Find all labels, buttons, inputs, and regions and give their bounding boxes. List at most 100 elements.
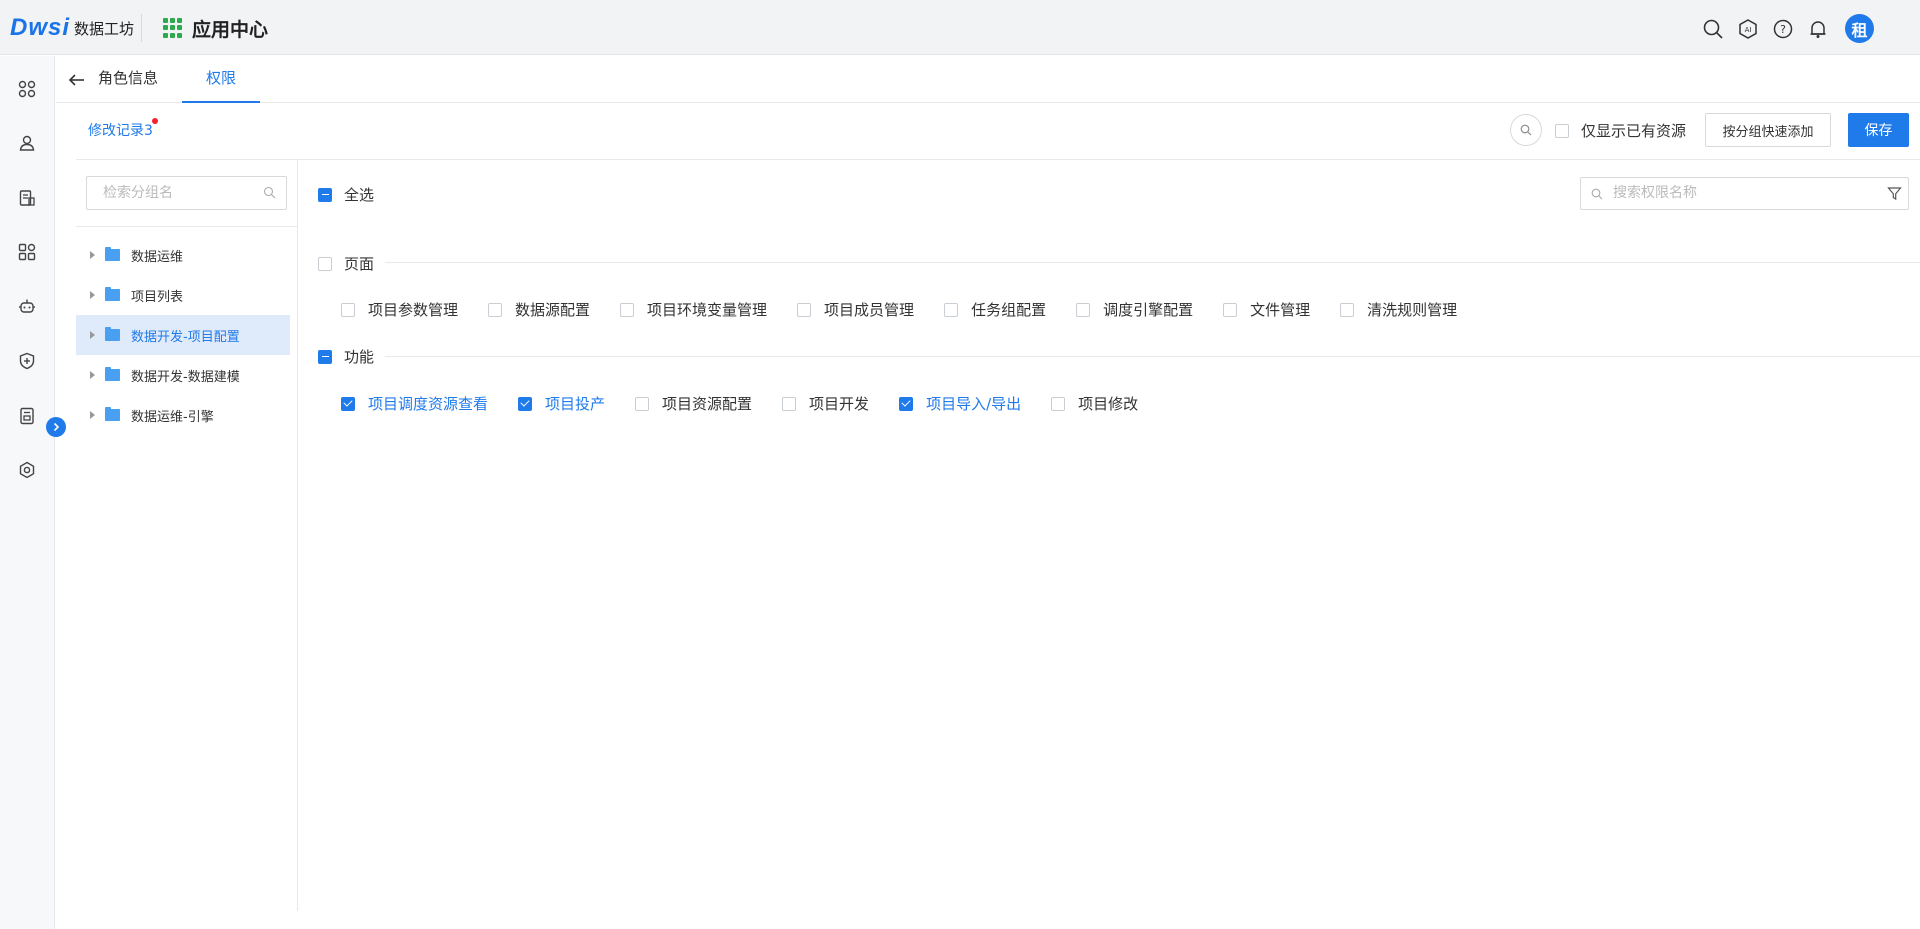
permission-item[interactable]: 任务组配置	[944, 299, 1046, 320]
modules-icon[interactable]	[16, 241, 38, 263]
only-owned-toggle[interactable]: 仅显示已有资源	[1555, 120, 1686, 141]
tab-bar: 角色信息 权限	[56, 56, 1920, 103]
permission-checkbox[interactable]	[1051, 396, 1066, 411]
permission-label: 项目参数管理	[368, 301, 459, 319]
divider	[141, 14, 142, 42]
tree-item[interactable]: 数据运维	[76, 235, 290, 275]
tab-permissions[interactable]: 权限	[182, 56, 260, 103]
permission-item[interactable]: 数据源配置	[488, 299, 590, 320]
expand-rail-button[interactable]	[46, 417, 66, 437]
permission-checkbox[interactable]	[782, 396, 797, 411]
select-all-label: 全选	[344, 186, 375, 204]
folder-icon	[105, 247, 120, 261]
logo-text: 数据工坊	[74, 19, 135, 38]
tree-item[interactable]: 数据开发-项目配置	[76, 315, 290, 355]
permission-item[interactable]: 文件管理	[1223, 299, 1310, 320]
permission-label: 清洗规则管理	[1367, 301, 1458, 319]
permission-checkbox[interactable]	[620, 302, 635, 317]
group-tree-panel: 检索分组名 数据运维 项目列表 数据开发-项目配置 数据开发-数据建模 数据运维…	[76, 160, 298, 911]
select-all-checkbox[interactable]	[318, 187, 332, 202]
permission-item[interactable]: 清洗规则管理	[1340, 299, 1457, 320]
permission-item[interactable]: 项目成员管理	[797, 299, 914, 320]
page-section-header[interactable]: 页面	[318, 253, 374, 274]
tab-role-info[interactable]: 角色信息	[98, 56, 158, 103]
permission-label: 项目导入/导出	[926, 395, 1022, 413]
permission-checkbox[interactable]	[341, 396, 355, 411]
book-icon[interactable]	[16, 405, 38, 427]
svg-text:AI: AI	[1745, 26, 1752, 34]
notification-dot	[151, 118, 158, 124]
tree-item[interactable]: 项目列表	[76, 275, 290, 315]
permission-label: 项目成员管理	[824, 301, 915, 319]
caret-right-icon[interactable]	[90, 371, 95, 379]
folder-icon	[105, 287, 120, 301]
permission-checkbox[interactable]	[341, 302, 355, 317]
permission-checkbox[interactable]	[797, 302, 812, 317]
caret-right-icon[interactable]	[90, 411, 95, 419]
caret-right-icon[interactable]	[90, 251, 95, 259]
page-section-checkbox[interactable]	[318, 256, 332, 271]
avatar[interactable]: 租	[1845, 14, 1874, 43]
permission-item[interactable]: 项目修改	[1051, 393, 1138, 414]
ai-icon[interactable]: AI	[1736, 17, 1760, 41]
history-link[interactable]: 修改记录3	[88, 118, 158, 140]
help-icon[interactable]: ?	[1771, 17, 1795, 41]
search-icon[interactable]	[1701, 17, 1725, 41]
permission-item[interactable]: 项目导入/导出	[899, 393, 1021, 414]
left-rail	[0, 56, 55, 929]
function-section-header[interactable]: 功能	[318, 346, 374, 367]
bell-icon[interactable]	[1806, 17, 1830, 41]
folder-icon	[105, 367, 120, 381]
caret-right-icon[interactable]	[90, 331, 95, 339]
permission-checkbox[interactable]	[488, 302, 503, 317]
group-search-input[interactable]: 检索分组名	[86, 176, 287, 210]
permission-label: 任务组配置	[971, 301, 1047, 319]
shield-icon[interactable]	[16, 350, 38, 372]
folder-icon	[105, 407, 120, 421]
tree-item-label: 数据运维-引擎	[131, 409, 214, 425]
back-arrow-icon[interactable]	[66, 69, 88, 91]
search-button[interactable]	[1510, 114, 1542, 146]
page-section-title: 页面	[344, 255, 375, 273]
permission-item[interactable]: 项目开发	[782, 393, 869, 414]
only-owned-label: 仅显示已有资源	[1581, 122, 1687, 140]
filter-icon[interactable]	[1887, 186, 1902, 201]
only-owned-checkbox[interactable]	[1555, 123, 1569, 138]
user-icon[interactable]	[16, 132, 38, 154]
permission-checkbox[interactable]	[944, 302, 959, 317]
permission-checkbox[interactable]	[518, 396, 533, 411]
permission-item[interactable]: 项目环境变量管理	[620, 299, 767, 320]
function-section-checkbox[interactable]	[318, 349, 332, 364]
tree-item[interactable]: 数据运维-引擎	[76, 395, 290, 435]
permission-search-input[interactable]: 搜索权限名称	[1580, 177, 1909, 210]
permission-checkbox[interactable]	[899, 396, 914, 411]
permission-item[interactable]: 项目投产	[518, 393, 605, 414]
permission-item[interactable]: 项目调度资源查看	[341, 393, 488, 414]
permission-item[interactable]: 项目资源配置	[635, 393, 752, 414]
select-all-row[interactable]: 全选	[318, 184, 374, 205]
save-button[interactable]: 保存	[1848, 113, 1909, 147]
permission-label: 调度引擎配置	[1103, 301, 1194, 319]
document-icon[interactable]	[16, 187, 38, 209]
action-row: 修改记录3 仅显示已有资源 按分组快速添加 保存	[76, 104, 1920, 160]
quick-add-button[interactable]: 按分组快速添加	[1705, 113, 1831, 147]
permission-label: 项目调度资源查看	[368, 395, 489, 413]
robot-icon[interactable]	[16, 295, 38, 317]
apps-icon[interactable]	[16, 78, 38, 100]
permission-item[interactable]: 调度引擎配置	[1076, 299, 1193, 320]
permission-label: 项目环境变量管理	[647, 301, 768, 319]
app-center-button[interactable]: 应用中心	[163, 14, 268, 42]
permission-checkbox[interactable]	[635, 396, 650, 411]
page-permission-list: 项目参数管理 数据源配置 项目环境变量管理 项目成员管理 任务组配置 调度引擎配…	[341, 299, 1487, 320]
permission-label: 项目投产	[545, 395, 606, 413]
logo-mark: Dwsi	[10, 14, 71, 41]
permission-label: 项目资源配置	[662, 395, 753, 413]
permission-checkbox[interactable]	[1076, 302, 1091, 317]
permission-checkbox[interactable]	[1340, 302, 1355, 317]
permission-checkbox[interactable]	[1223, 302, 1238, 317]
caret-right-icon[interactable]	[90, 291, 95, 299]
logo[interactable]: Dwsi 数据工坊	[10, 14, 134, 42]
settings-icon[interactable]	[16, 459, 38, 481]
permission-item[interactable]: 项目参数管理	[341, 299, 458, 320]
tree-item[interactable]: 数据开发-数据建模	[76, 355, 290, 395]
